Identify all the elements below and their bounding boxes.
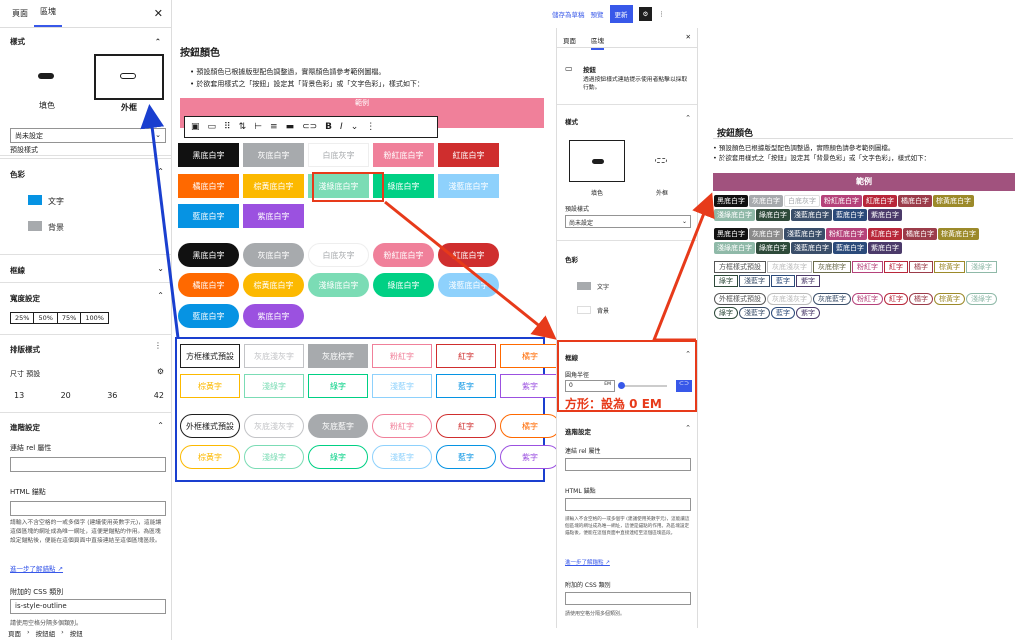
annotation-arrows [140, 104, 715, 342]
red-arrow-to-preview [651, 192, 715, 342]
blue-arrow [140, 104, 180, 339]
red-arrow-to-panel [384, 200, 557, 340]
